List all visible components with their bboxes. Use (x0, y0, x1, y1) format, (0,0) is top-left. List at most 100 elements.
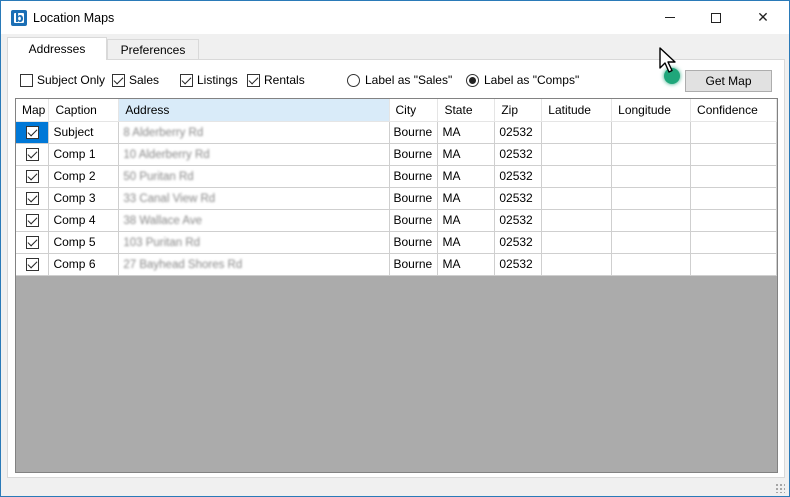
tab-addresses[interactable]: Addresses (7, 37, 107, 60)
map-cell[interactable] (16, 253, 50, 276)
listings-check-box[interactable] (180, 73, 193, 87)
column-header-state[interactable]: State (437, 99, 496, 122)
caption-cell[interactable]: Comp 2 (48, 165, 120, 188)
rentals-check-box[interactable] (247, 73, 260, 87)
rentals-checkbox[interactable]: Rentals (247, 73, 305, 87)
column-header-longitude[interactable]: Longitude (611, 99, 692, 122)
table-row[interactable]: Comp 3 33 Canal View Rd Bourne MA 02532 (16, 187, 777, 210)
confidence-cell[interactable] (690, 253, 777, 276)
map-cell[interactable] (16, 165, 50, 188)
city-cell[interactable]: Bourne (389, 165, 439, 188)
tab-preferences[interactable]: Preferences (107, 39, 199, 59)
column-header-city[interactable]: City (389, 99, 439, 122)
address-cell[interactable]: 10 Alderberry Rd (118, 143, 390, 166)
latitude-cell[interactable] (541, 121, 613, 144)
map-cell[interactable] (16, 143, 50, 166)
table-row[interactable]: Subject 8 Alderberry Rd Bourne MA 02532 (16, 121, 777, 144)
latitude-cell[interactable] (541, 143, 613, 166)
longitude-cell[interactable] (611, 231, 692, 254)
map-checkbox[interactable] (25, 126, 39, 140)
city-cell[interactable]: Bourne (389, 231, 439, 254)
latitude-cell[interactable] (541, 209, 613, 232)
map-cell[interactable] (16, 209, 50, 232)
state-cell[interactable]: MA (437, 209, 496, 232)
caption-cell[interactable]: Comp 4 (48, 209, 120, 232)
caption-cell[interactable]: Comp 1 (48, 143, 120, 166)
label-as-comps-radio-button[interactable] (466, 73, 479, 87)
table-row[interactable]: Comp 4 38 Wallace Ave Bourne MA 02532 (16, 209, 777, 232)
longitude-cell[interactable] (611, 143, 692, 166)
column-header-map[interactable]: Map (16, 99, 50, 122)
table-row[interactable]: Comp 1 10 Alderberry Rd Bourne MA 02532 (16, 143, 777, 166)
state-cell[interactable]: MA (437, 231, 496, 254)
state-cell[interactable]: MA (437, 187, 496, 210)
subject-only-check-box[interactable] (20, 73, 33, 87)
map-checkbox[interactable] (25, 148, 39, 162)
map-cell[interactable] (16, 231, 50, 254)
longitude-cell[interactable] (611, 187, 692, 210)
state-cell[interactable]: MA (437, 121, 496, 144)
label-as-comps-radio[interactable]: Label as "Comps" (466, 73, 579, 87)
caption-cell[interactable]: Comp 6 (48, 253, 120, 276)
minimize-button[interactable] (647, 1, 693, 34)
latitude-cell[interactable] (541, 165, 613, 188)
table-row[interactable]: Comp 6 27 Bayhead Shores Rd Bourne MA 02… (16, 253, 777, 276)
longitude-cell[interactable] (611, 253, 692, 276)
map-checkbox[interactable] (25, 170, 39, 184)
city-cell[interactable]: Bourne (389, 253, 439, 276)
table-row[interactable]: Comp 2 50 Puritan Rd Bourne MA 02532 (16, 165, 777, 188)
map-checkbox[interactable] (25, 258, 39, 272)
latitude-cell[interactable] (541, 187, 613, 210)
map-cell[interactable] (16, 121, 50, 144)
zip-cell[interactable]: 02532 (494, 187, 543, 210)
sales-checkbox[interactable]: Sales (112, 73, 159, 87)
table-row[interactable]: Comp 5 103 Puritan Rd Bourne MA 02532 (16, 231, 777, 254)
listings-checkbox[interactable]: Listings (180, 73, 238, 87)
map-cell[interactable] (16, 187, 50, 210)
city-cell[interactable]: Bourne (389, 121, 439, 144)
longitude-cell[interactable] (611, 121, 692, 144)
zip-cell[interactable]: 02532 (494, 209, 543, 232)
column-header-latitude[interactable]: Latitude (541, 99, 613, 122)
longitude-cell[interactable] (611, 209, 692, 232)
confidence-cell[interactable] (690, 231, 777, 254)
address-cell[interactable]: 8 Alderberry Rd (118, 121, 390, 144)
address-cell[interactable]: 33 Canal View Rd (118, 187, 390, 210)
zip-cell[interactable]: 02532 (494, 143, 543, 166)
map-checkbox[interactable] (25, 192, 39, 206)
map-checkbox[interactable] (25, 214, 39, 228)
confidence-cell[interactable] (690, 209, 777, 232)
maximize-button[interactable] (693, 1, 739, 34)
city-cell[interactable]: Bourne (389, 209, 439, 232)
zip-cell[interactable]: 02532 (494, 165, 543, 188)
get-map-button[interactable]: Get Map (685, 70, 772, 92)
address-cell[interactable]: 38 Wallace Ave (118, 209, 390, 232)
subject-only-checkbox[interactable]: Subject Only (20, 73, 105, 87)
zip-cell[interactable]: 02532 (494, 253, 543, 276)
column-header-caption[interactable]: Caption (48, 99, 120, 122)
state-cell[interactable]: MA (437, 165, 496, 188)
confidence-cell[interactable] (690, 165, 777, 188)
caption-cell[interactable]: Subject (48, 121, 120, 144)
latitude-cell[interactable] (541, 253, 613, 276)
zip-cell[interactable]: 02532 (494, 231, 543, 254)
longitude-cell[interactable] (611, 165, 692, 188)
city-cell[interactable]: Bourne (389, 187, 439, 210)
city-cell[interactable]: Bourne (389, 143, 439, 166)
label-as-sales-radio-button[interactable] (347, 73, 360, 87)
latitude-cell[interactable] (541, 231, 613, 254)
confidence-cell[interactable] (690, 121, 777, 144)
caption-cell[interactable]: Comp 5 (48, 231, 120, 254)
state-cell[interactable]: MA (437, 253, 496, 276)
zip-cell[interactable]: 02532 (494, 121, 543, 144)
confidence-cell[interactable] (690, 187, 777, 210)
column-header-address[interactable]: Address (118, 99, 390, 122)
address-cell[interactable]: 50 Puritan Rd (118, 165, 390, 188)
sales-check-box[interactable] (112, 73, 125, 87)
label-as-sales-radio[interactable]: Label as "Sales" (347, 73, 452, 87)
column-header-confidence[interactable]: Confidence (690, 99, 777, 122)
map-checkbox[interactable] (25, 236, 39, 250)
column-header-zip[interactable]: Zip (494, 99, 543, 122)
close-button[interactable]: ✕ (740, 1, 786, 34)
confidence-cell[interactable] (690, 143, 777, 166)
